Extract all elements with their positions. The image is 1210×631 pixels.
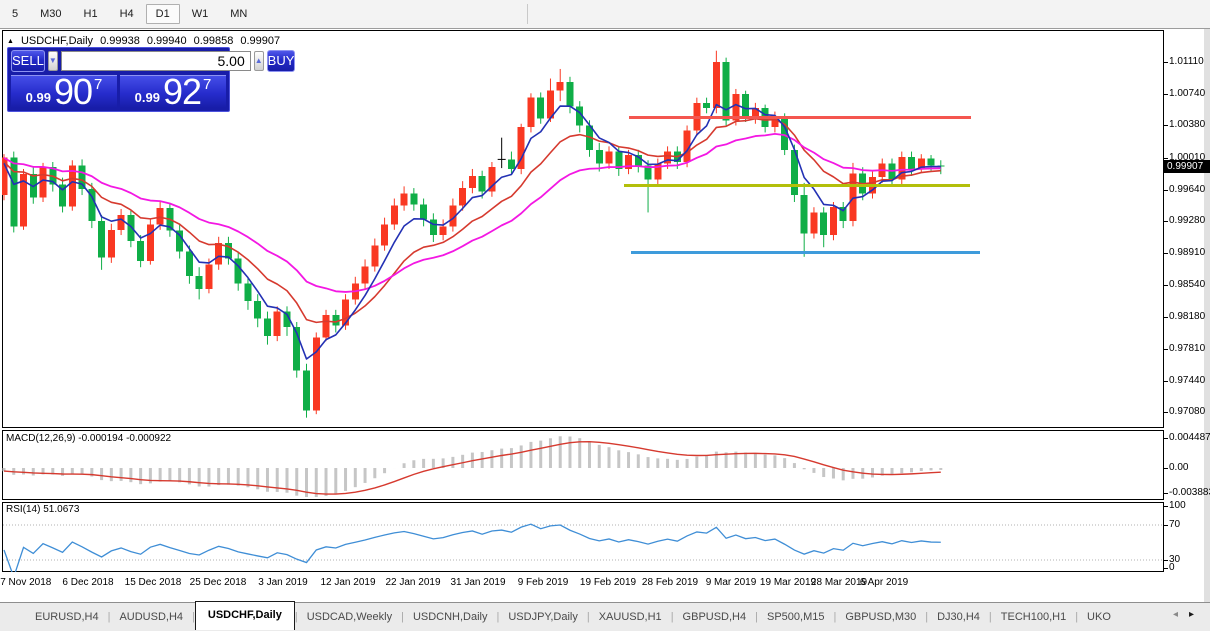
volume-increase-button[interactable]: ▲ [254,51,264,71]
price-axis-tick: 0.99640 [1169,184,1205,196]
chart-tab-usdjpy-daily[interactable]: USDJPY,Daily [499,605,587,629]
timeframe-button-5[interactable]: 5 [2,4,28,24]
price-axis-tick: 0.98910 [1169,247,1205,259]
timeframe-button-h4[interactable]: H4 [110,4,144,24]
rsi-axis-tick: 70 [1169,519,1180,531]
date-axis-tick: 15 Dec 2018 [125,577,182,588]
timeframe-button-m30[interactable]: M30 [30,4,71,24]
chart-title: ▲ USDCHF,Daily 0.99938 0.99940 0.99858 0… [7,35,280,47]
symbol-label: USDCHF,Daily [21,35,93,47]
price-axis-tick: 0.99280 [1169,215,1205,227]
macd-indicator-label: MACD(12,26,9) -0.000194 -0.000922 [6,433,171,444]
macd-axis-tick: 0.00 [1169,462,1188,474]
toolbar-divider [527,4,528,24]
buy-price-button[interactable]: 0.99 92 7 [120,75,226,108]
price-axis-tick: 0.97810 [1169,343,1205,355]
macd-axis-tick: -0.003883 [1169,487,1210,499]
mt4-window: 5M30H1H4D1W1MN ▲ USDCHF,Daily 0.99938 0.… [0,0,1210,631]
chart-tab-usdcad-weekly[interactable]: USDCAD,Weekly [298,605,401,629]
rsi-panel-canvas[interactable] [2,502,1164,572]
price-axis-tick: 0.98180 [1169,311,1205,323]
buy-price-pip: 7 [203,76,211,93]
macd-axis-tick: 0.004487 [1169,432,1210,444]
sell-button[interactable]: SELL [11,50,45,72]
chart-tab-audusd-h4[interactable]: AUDUSD,H4 [110,605,192,629]
timeframe-button-mn[interactable]: MN [220,4,257,24]
chart-tab-gbpusd-h4[interactable]: GBPUSD,H4 [674,605,756,629]
chart-tab-usdcnh-daily[interactable]: USDCNH,Daily [404,605,497,629]
chart-tab-bar: EURUSD,H4|AUDUSD,H4|USDCHF,Daily|USDCAD,… [0,602,1210,631]
sell-price-button[interactable]: 0.99 90 7 [11,75,117,108]
date-axis-tick: 9 Feb 2019 [518,577,569,588]
date-axis-tick: 28 Mar 2019 [811,577,867,588]
sell-price-big: 90 [54,75,92,109]
tab-scroll-right-icon[interactable]: ▸ [1189,609,1194,620]
timeframe-button-d1[interactable]: D1 [146,4,180,24]
ohlc-open: 0.99938 [100,35,140,47]
date-axis-tick: 6 Dec 2018 [62,577,113,588]
date-axis-tick: 9 Mar 2019 [706,577,757,588]
timeframe-toolbar: 5M30H1H4D1W1MN [0,0,1210,29]
price-axis-tick: 1.00010 [1169,152,1205,164]
ohlc-close: 0.99907 [240,35,280,47]
date-axis-tick: 6 Apr 2019 [860,577,908,588]
rsi-indicator-label: RSI(14) 51.0673 [6,504,79,515]
chart-tab-usdchf-daily[interactable]: USDCHF,Daily [195,601,295,630]
timeframe-button-h1[interactable]: H1 [74,4,108,24]
date-axis-tick: 3 Jan 2019 [258,577,308,588]
date-axis-tick: 28 Feb 2019 [642,577,698,588]
date-axis-tick: 27 Nov 2018 [0,577,51,588]
buy-price-big: 92 [163,75,201,109]
ohlc-low: 0.99858 [194,35,234,47]
date-axis-tick: 12 Jan 2019 [320,577,375,588]
tab-scroll-arrows: ◂ ▸ [1173,609,1194,620]
price-axis-tick: 1.01110 [1169,56,1204,68]
chart-tab-xauusd-h1[interactable]: XAUUSD,H1 [590,605,671,629]
price-axis-tick: 1.00380 [1169,119,1205,131]
price-axis-tick: 0.98540 [1169,279,1205,291]
rsi-axis-tick: 100 [1169,500,1186,512]
buy-button[interactable]: BUY [267,50,296,72]
macd-panel-canvas[interactable] [2,430,1164,500]
chevron-down-icon: ▼ [49,56,57,65]
one-click-trading-panel: SELL ▼ ▲ BUY 0.99 90 7 0.99 92 7 [7,47,230,112]
sell-price-pip: 7 [94,76,102,93]
date-axis-tick: 31 Jan 2019 [450,577,505,588]
rsi-axis-tick: 0 [1169,562,1175,574]
buy-price-prefix: 0.99 [135,90,160,105]
ohlc-high: 0.99940 [147,35,187,47]
timeframe-button-w1[interactable]: W1 [182,4,219,24]
price-axis-tick: 0.97080 [1169,406,1205,418]
date-axis-tick: 19 Mar 2019 [760,577,816,588]
chart-tab-tech100-h1[interactable]: TECH100,H1 [992,605,1075,629]
volume-input[interactable] [61,51,251,71]
date-axis-tick: 25 Dec 2018 [190,577,247,588]
collapse-triangle-icon: ▲ [7,38,14,45]
chart-tab-sp500-m15[interactable]: SP500,M15 [758,605,833,629]
chart-tab-dj30-h4[interactable]: DJ30,H4 [928,605,989,629]
date-axis-tick: 19 Feb 2019 [580,577,636,588]
volume-decrease-button[interactable]: ▼ [48,51,58,71]
chart-tab-gbpusd-m30[interactable]: GBPUSD,M30 [836,605,925,629]
sell-price-prefix: 0.99 [26,90,51,105]
date-axis-tick: 22 Jan 2019 [385,577,440,588]
chart-tab-uko[interactable]: UKO [1078,605,1120,629]
price-axis-tick: 0.97440 [1169,375,1205,387]
chart-tab-eurusd-h4[interactable]: EURUSD,H4 [26,605,108,629]
tab-scroll-left-icon[interactable]: ◂ [1173,609,1178,620]
chevron-up-icon: ▲ [255,56,263,65]
price-axis-tick: 1.00740 [1169,88,1205,100]
